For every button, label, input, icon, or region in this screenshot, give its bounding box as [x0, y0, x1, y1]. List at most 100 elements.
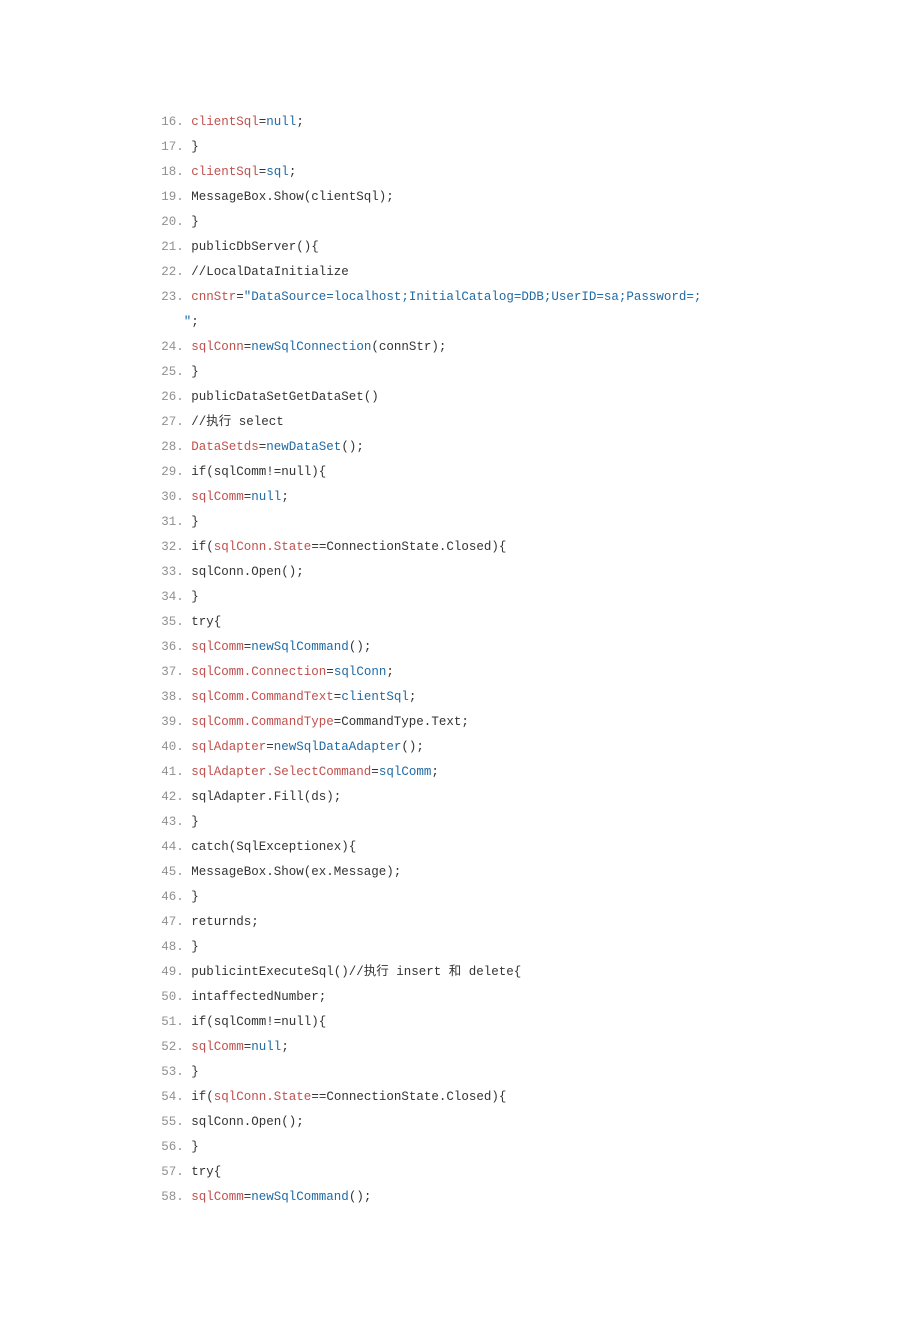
line-number: 20: [150, 210, 176, 235]
code-text: }: [191, 510, 199, 535]
line-number: 23: [150, 285, 176, 310]
line-number: 22: [150, 260, 176, 285]
code-line: 42.sqlAdapter.Fill(ds);: [150, 785, 770, 810]
code-text: clientSql=null;: [191, 110, 304, 135]
code-line: 49.publicintExecuteSql()//执行 insert 和 de…: [150, 960, 770, 985]
code-text: publicDataSetGetDataSet(): [191, 385, 379, 410]
code-text: //执行 select: [191, 410, 284, 435]
code-text: clientSql=sql;: [191, 160, 296, 185]
list-dot: .: [176, 885, 184, 910]
code-line: 57. try{: [150, 1160, 770, 1185]
line-number: 19: [150, 185, 176, 210]
line-number: 53: [150, 1060, 176, 1085]
line-number: 28: [150, 435, 176, 460]
code-line: 29.if(sqlComm!=null){: [150, 460, 770, 485]
code-line: 36. sqlComm=newSqlCommand();: [150, 635, 770, 660]
code-text: sqlConn.Open();: [191, 560, 304, 585]
line-number: 40: [150, 735, 176, 760]
line-number: 46: [150, 885, 176, 910]
list-dot: .: [176, 985, 184, 1010]
line-number: 45: [150, 860, 176, 885]
list-dot: .: [176, 335, 184, 360]
line-number: 51: [150, 1010, 176, 1035]
code-text: sqlComm=null;: [191, 1035, 289, 1060]
list-dot: .: [176, 1060, 184, 1085]
line-number: 55: [150, 1110, 176, 1135]
code-line: 46.}: [150, 885, 770, 910]
list-dot: .: [176, 760, 184, 785]
code-line: 19.MessageBox.Show(clientSql);: [150, 185, 770, 210]
list-dot: .: [176, 560, 184, 585]
code-line: 24.sqlConn=newSqlConnection(connStr);: [150, 335, 770, 360]
list-dot: .: [176, 660, 184, 685]
code-line: 45.MessageBox.Show(ex.Message);: [150, 860, 770, 885]
code-line: 43.}: [150, 810, 770, 835]
code-text: sqlConn.Open();: [191, 1110, 304, 1135]
list-dot: .: [176, 610, 184, 635]
code-line: 54.if(sqlConn.State==ConnectionState.Clo…: [150, 1085, 770, 1110]
list-dot: .: [176, 460, 184, 485]
line-number: 47: [150, 910, 176, 935]
code-line: 56.}: [150, 1135, 770, 1160]
code-text: ";: [150, 310, 199, 335]
line-number: 38: [150, 685, 176, 710]
list-dot: .: [176, 935, 184, 960]
code-text: }: [191, 885, 199, 910]
line-number: 36: [150, 635, 176, 660]
code-line: 30.sqlComm=null;: [150, 485, 770, 510]
code-text: //LocalDataInitialize: [191, 260, 349, 285]
code-text: if(sqlConn.State==ConnectionState.Closed…: [191, 535, 506, 560]
code-text: try{: [191, 1160, 221, 1185]
line-number: 42: [150, 785, 176, 810]
code-line: 58.sqlComm=newSqlCommand();: [150, 1185, 770, 1210]
list-dot: .: [176, 135, 184, 160]
code-text: sqlComm=newSqlCommand();: [191, 1185, 371, 1210]
code-text: sqlComm=null;: [191, 485, 289, 510]
list-dot: .: [176, 960, 184, 985]
list-dot: .: [176, 835, 184, 860]
list-dot: .: [176, 585, 184, 610]
list-dot: .: [176, 910, 184, 935]
code-text: catch(SqlExceptionex){: [191, 835, 356, 860]
code-text: }: [191, 360, 199, 385]
line-number: 35: [150, 610, 176, 635]
code-text: try{: [191, 610, 221, 635]
list-dot: .: [176, 1185, 184, 1210]
code-text: sqlAdapter=newSqlDataAdapter();: [191, 735, 424, 760]
line-number: 18: [150, 160, 176, 185]
code-text: returnds;: [191, 910, 259, 935]
list-dot: .: [176, 1160, 184, 1185]
line-number: 34: [150, 585, 176, 610]
code-text: sqlComm.Connection=sqlConn;: [191, 660, 394, 685]
code-text: DataSetds=newDataSet();: [191, 435, 364, 460]
line-number: 33: [150, 560, 176, 585]
line-number: 17: [150, 135, 176, 160]
list-dot: .: [176, 810, 184, 835]
line-number: 49: [150, 960, 176, 985]
code-listing: 16.clientSql=null;17.}18.clientSql=sql;1…: [150, 110, 770, 1210]
code-text: sqlComm=newSqlCommand();: [191, 635, 371, 660]
code-text: }: [191, 935, 199, 960]
code-text: }: [191, 585, 199, 610]
code-line: 55.sqlConn.Open();: [150, 1110, 770, 1135]
code-line: 22.//LocalDataInitialize: [150, 260, 770, 285]
code-line: 37. sqlComm.Connection=sqlConn;: [150, 660, 770, 685]
list-dot: .: [176, 685, 184, 710]
list-dot: .: [176, 1085, 184, 1110]
line-number: 24: [150, 335, 176, 360]
code-text: }: [191, 1135, 199, 1160]
code-line: 20.}: [150, 210, 770, 235]
code-text: if(sqlComm!=null){: [191, 1010, 326, 1035]
line-number: 26: [150, 385, 176, 410]
line-number: 57: [150, 1160, 176, 1185]
code-line: 18.clientSql=sql;: [150, 160, 770, 185]
code-line: 28.DataSetds=newDataSet();: [150, 435, 770, 460]
line-number: 37: [150, 660, 176, 685]
line-number: 25: [150, 360, 176, 385]
list-dot: .: [176, 635, 184, 660]
code-text: cnnStr="DataSource=localhost;InitialCata…: [191, 285, 701, 310]
code-line: 34.}: [150, 585, 770, 610]
line-number: 31: [150, 510, 176, 535]
line-number: 52: [150, 1035, 176, 1060]
code-line: 39.sqlComm.CommandType=CommandType.Text;: [150, 710, 770, 735]
